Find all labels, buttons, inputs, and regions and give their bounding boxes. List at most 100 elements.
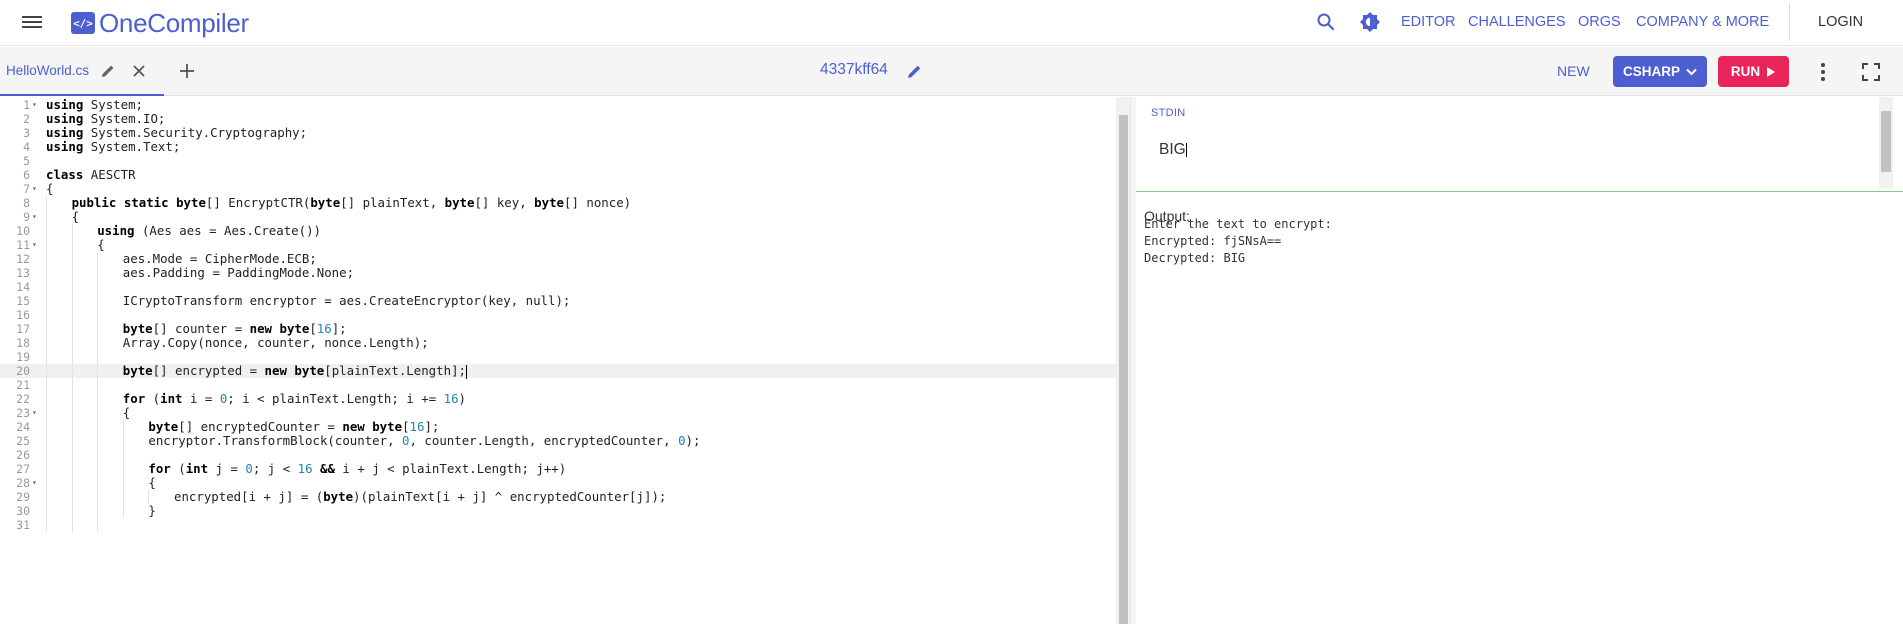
code-line[interactable]: 11 ▾ { xyxy=(0,238,1116,252)
code-line[interactable]: 19 xyxy=(0,350,1116,364)
indent-guide xyxy=(71,406,73,420)
menu-icon[interactable] xyxy=(22,13,44,33)
edit-title-icon[interactable] xyxy=(906,63,923,80)
file-tab[interactable]: HelloWorld.cs xyxy=(0,47,164,96)
code-text: aes.Mode = CipherMode.ECB; xyxy=(122,251,317,266)
code-line[interactable]: 10 using (Aes aes = Aes.Create()) xyxy=(0,224,1116,238)
indent-guide xyxy=(97,378,99,392)
logo-mark-icon: </> xyxy=(71,12,95,34)
indent-guide xyxy=(46,280,47,294)
code-line[interactable]: 18 Array.Copy(nonce, counter, nonce.Lengt… xyxy=(0,336,1116,350)
fold-toggle-icon[interactable]: ▾ xyxy=(32,182,40,196)
code-line[interactable]: 31 xyxy=(0,518,1116,532)
stdin-input[interactable]: BIG xyxy=(1159,141,1187,159)
indent-guide xyxy=(97,308,99,322)
code-text: { xyxy=(122,405,131,420)
fold-toggle-icon[interactable]: ▾ xyxy=(32,406,40,420)
indent-guide xyxy=(122,476,124,490)
play-icon xyxy=(1767,66,1776,77)
code-line[interactable]: 1 ▾ using System; xyxy=(0,98,1116,113)
code-line[interactable]: 25 encryptor.TransformBlock(counter, 0, c… xyxy=(0,434,1116,448)
indent-guide xyxy=(71,420,73,434)
code-line[interactable]: 23 ▾ { xyxy=(0,406,1116,420)
theme-toggle-icon[interactable] xyxy=(1359,11,1381,33)
code-line[interactable]: 12 aes.Mode = CipherMode.ECB; xyxy=(0,252,1116,266)
indent-guide xyxy=(122,504,124,518)
rename-file-icon[interactable] xyxy=(100,63,116,79)
code-line[interactable]: 26 xyxy=(0,448,1116,462)
indent-guide xyxy=(97,336,99,350)
stdin-scrollbar-thumb[interactable] xyxy=(1881,111,1891,172)
indent-guide xyxy=(71,448,73,462)
line-number: 3 xyxy=(23,126,30,140)
fold-toggle-icon[interactable]: ▾ xyxy=(32,98,40,112)
code-line[interactable]: 7 ▾ { xyxy=(0,182,1116,197)
editor-scrollbar-thumb[interactable] xyxy=(1119,115,1128,624)
indent-guide xyxy=(97,350,99,364)
fold-toggle-icon[interactable]: ▾ xyxy=(32,238,40,252)
line-number: 17 xyxy=(16,322,30,336)
code-line[interactable]: 16 xyxy=(0,308,1116,322)
nav-company-link[interactable]: COMPANY & MORE xyxy=(1636,14,1769,30)
code-line[interactable]: 15 ICryptoTransform encryptor = aes.Creat… xyxy=(0,294,1116,308)
close-tab-icon[interactable] xyxy=(131,63,147,79)
fullscreen-icon[interactable] xyxy=(1861,62,1881,82)
code-line[interactable]: 24 byte[] encryptedCounter = new byte[16]… xyxy=(0,420,1116,434)
code-line[interactable]: 21 xyxy=(0,378,1116,392)
code-line[interactable]: 3 using System.Security.Cryptography; xyxy=(0,126,1116,141)
language-select[interactable]: CSHARP xyxy=(1613,56,1707,87)
new-button[interactable]: NEW xyxy=(1557,63,1590,79)
code-line[interactable]: 13 aes.Padding = PaddingMode.None; xyxy=(0,266,1116,280)
code-line[interactable]: 2 using System.IO; xyxy=(0,112,1116,127)
indent-guide xyxy=(71,308,73,322)
search-icon[interactable] xyxy=(1316,12,1336,32)
line-number: 29 xyxy=(16,490,30,504)
nav-challenges-link[interactable]: CHALLENGES xyxy=(1468,14,1566,30)
code-line[interactable]: 28 ▾ { xyxy=(0,476,1116,490)
code-line[interactable]: 17 byte[] counter = new byte[16]; xyxy=(0,322,1116,336)
nav-orgs-link[interactable]: ORGS xyxy=(1578,14,1621,30)
indent-guide xyxy=(46,504,47,518)
indent-guide xyxy=(46,476,47,490)
line-number: 13 xyxy=(16,266,30,280)
indent-guide xyxy=(46,518,47,532)
indent-guide xyxy=(148,490,150,504)
indent-guide xyxy=(46,406,47,420)
indent-guide xyxy=(71,238,73,252)
code-text: class AESCTR xyxy=(46,167,136,182)
add-file-icon[interactable] xyxy=(178,62,196,80)
code-text: for (int j = 0; j < 16 && i + j < plainT… xyxy=(148,461,567,476)
indent-guide xyxy=(71,518,73,532)
code-line[interactable]: 4 using System.Text; xyxy=(0,140,1116,155)
fold-toggle-icon[interactable]: ▾ xyxy=(32,210,40,224)
code-editor[interactable]: 1 ▾ using System; 2 using System.IO; 3 using S… xyxy=(0,97,1116,624)
indent-guide xyxy=(46,420,47,434)
indent-guide xyxy=(46,322,47,336)
code-line[interactable]: 9 ▾ { xyxy=(0,210,1116,224)
code-line[interactable]: 6 class AESCTR xyxy=(0,167,1116,183)
indent-guide xyxy=(46,252,47,266)
nav-editor-link[interactable]: EDITOR xyxy=(1401,14,1456,30)
run-button[interactable]: RUN xyxy=(1718,56,1789,87)
more-options-icon[interactable] xyxy=(1814,62,1832,82)
file-tab-label: HelloWorld.cs xyxy=(6,63,90,78)
fold-toggle-icon[interactable]: ▾ xyxy=(32,476,40,490)
line-number: 18 xyxy=(16,336,30,350)
login-link[interactable]: LOGIN xyxy=(1818,14,1863,30)
logo[interactable]: </> OneCompiler xyxy=(71,8,249,38)
code-line[interactable]: 30} xyxy=(0,504,1116,518)
code-line[interactable]: 27 for (int j = 0; j < 16 && i + j < plai… xyxy=(0,462,1116,476)
document-title: 4337kff64 xyxy=(820,61,888,78)
code-line[interactable]: 20 byte[] encrypted = new byte[plainText.… xyxy=(0,364,1116,379)
code-line[interactable]: 22 for (int i = 0; i < plainText.Length; … xyxy=(0,392,1116,406)
indent-guide xyxy=(46,364,47,378)
code-line[interactable]: 14 xyxy=(0,280,1116,294)
code-line[interactable]: 5 xyxy=(0,154,1116,168)
top-navbar: </> OneCompiler EDITOR CHALLENGES ORGS C… xyxy=(0,0,1903,46)
language-label: CSHARP xyxy=(1622,64,1680,79)
indent-guide xyxy=(71,378,73,392)
indent-guide xyxy=(46,196,47,210)
code-line[interactable]: 29 encrypted[i + j] = (byte)(plainText[i … xyxy=(0,490,1116,504)
code-line[interactable]: 8 public static byte[] EncryptCTR(byte[] … xyxy=(0,196,1116,210)
code-text: aes.Padding = PaddingMode.None; xyxy=(122,265,355,280)
